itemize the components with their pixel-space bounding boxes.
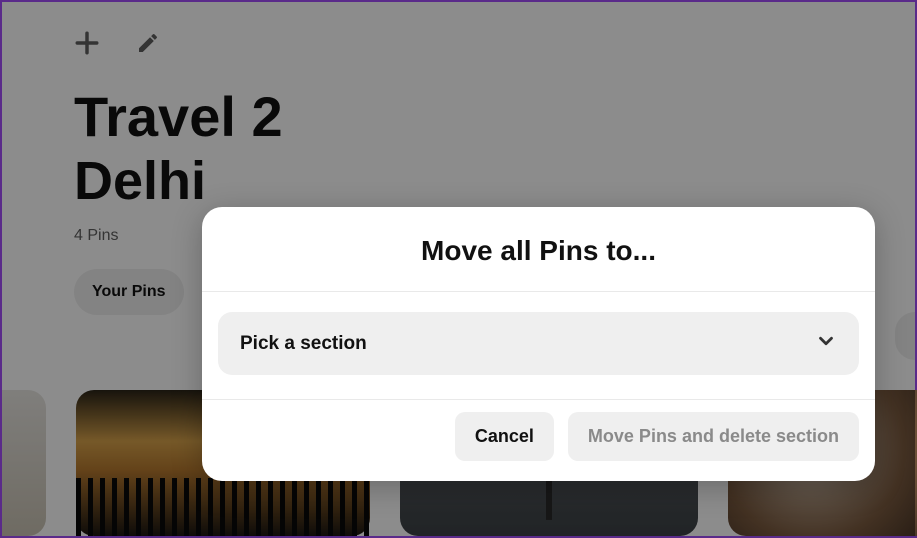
modal-body: Pick a section <box>202 292 875 399</box>
move-pins-modal: Move all Pins to... Pick a section Cance… <box>202 207 875 481</box>
chevron-down-icon <box>815 330 837 357</box>
move-and-delete-button[interactable]: Move Pins and delete section <box>568 412 859 461</box>
modal-title: Move all Pins to... <box>222 235 855 267</box>
cancel-button[interactable]: Cancel <box>455 412 554 461</box>
modal-footer: Cancel Move Pins and delete section <box>202 400 875 481</box>
section-select[interactable]: Pick a section <box>218 312 859 375</box>
modal-header: Move all Pins to... <box>202 207 875 291</box>
section-select-label: Pick a section <box>240 333 367 355</box>
